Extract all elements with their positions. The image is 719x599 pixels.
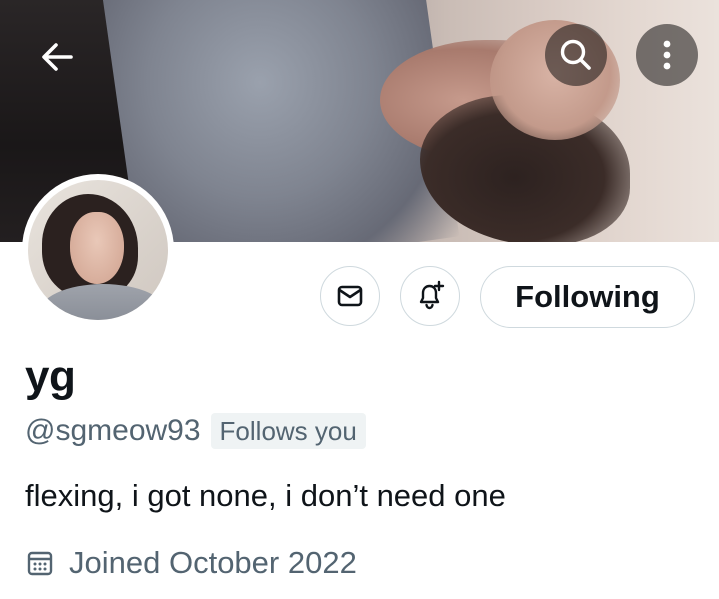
message-button[interactable]	[320, 266, 380, 326]
user-handle: @sgmeow93	[25, 414, 201, 447]
back-button[interactable]	[26, 26, 88, 88]
avatar-face	[70, 212, 124, 284]
avatar-photo	[28, 180, 168, 320]
joined-date-row: Joined October 2022	[25, 543, 357, 583]
search-button[interactable]	[545, 24, 607, 86]
envelope-icon	[337, 285, 363, 307]
following-button[interactable]: Following	[480, 266, 695, 328]
follows-you-badge: Follows you	[210, 413, 366, 449]
handle-row: @sgmeow93 Follows you	[25, 412, 366, 450]
avatar-shoulder	[38, 284, 168, 320]
notifications-button[interactable]	[400, 266, 460, 326]
avatar[interactable]	[22, 174, 174, 326]
bell-plus-icon	[419, 280, 445, 310]
more-vertical-icon	[663, 40, 671, 70]
arrow-left-icon	[42, 43, 73, 71]
display-name: yg	[25, 352, 76, 401]
more-button[interactable]	[636, 24, 698, 86]
profile-page: Following yg @sgmeow93 Follows you flexi…	[0, 0, 719, 599]
calendar-icon	[27, 551, 53, 576]
joined-date: Joined October 2022	[69, 545, 357, 580]
profile-bio: flexing, i got none, i don’t need one	[25, 478, 506, 513]
search-icon	[560, 39, 591, 70]
